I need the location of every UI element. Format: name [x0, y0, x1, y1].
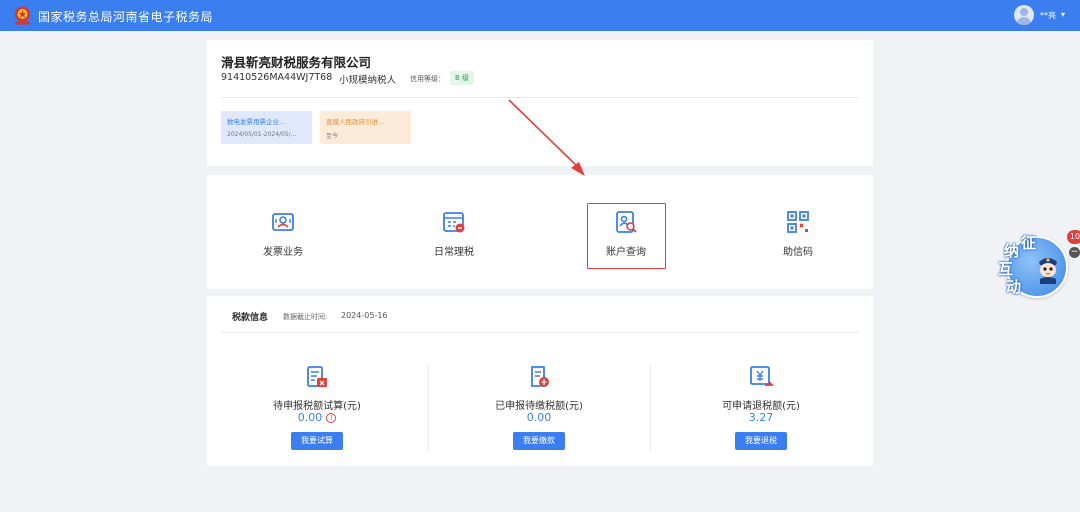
tax-calc-icon [307, 366, 327, 387]
column-separator [650, 364, 651, 452]
tax-amount: 0.00 [297, 411, 323, 424]
quick-menu-card: 发票业务 日常理税 账户查询 助信码 [207, 175, 873, 289]
notice-date: 至今 [326, 133, 339, 140]
tax-amount: 3.27 [748, 411, 774, 424]
top-header: 国家税务总局河南省电子税务局 **亮 ▾ [0, 0, 1080, 31]
tax-info-title: 税款信息 [232, 313, 269, 323]
menu-label: 助信码 [783, 247, 813, 258]
annotation-arrow-icon [508, 99, 585, 176]
credit-grade-badge: B 级 [450, 71, 475, 85]
company-name: 滑县靳亮财税服务有限公司 [221, 55, 372, 70]
tax-refund-icon [750, 366, 774, 386]
notice-title: 数电发票用票企业... [227, 118, 286, 126]
menu-item-invoice[interactable]: 发票业务 [223, 205, 343, 267]
credit-grade-label: 信用等级： [410, 75, 445, 83]
menu-item-daily-tax[interactable]: 日常理税 [394, 205, 514, 267]
menu-label: 日常理税 [434, 247, 474, 258]
notice-card-policy[interactable]: 查摸人民政府引进... 至今 [320, 111, 411, 144]
notification-badge: 10 [1067, 230, 1080, 244]
user-name[interactable]: **亮 [1040, 10, 1056, 21]
credit-code: 91410526MA44WJ7T68 [221, 72, 333, 83]
site-title: 国家税务总局河南省电子税务局 [38, 10, 214, 24]
mascot-char: 动 [1006, 278, 1022, 296]
refund-button[interactable]: 我要退税 [735, 432, 787, 450]
annotation-highlight-box [587, 203, 666, 269]
pay-button[interactable]: 我要缴款 [513, 432, 565, 450]
taxpayer-type: 小规模纳税人 [339, 75, 397, 86]
menu-label: 发票业务 [263, 247, 303, 258]
notice-date: 2024/05/01-2024/05/... [227, 131, 297, 138]
tax-emblem-icon [15, 6, 30, 25]
tax-info-card: 税款信息 数据截止时间: 2024-05-16 待申报税额试算(元) 0.00!… [207, 296, 873, 466]
tax-amount: 0.00 [526, 411, 552, 424]
daily-tax-icon [443, 212, 465, 233]
tax-label: 可申请退税额(元) [722, 401, 800, 412]
tax-label: 待申报税额试算(元) [273, 401, 361, 412]
user-avatar[interactable] [1014, 5, 1034, 25]
info-icon[interactable]: ! [326, 413, 337, 423]
tax-label: 已申报待缴税额(元) [495, 401, 583, 412]
tax-value: 0.00! [217, 411, 417, 424]
calculate-button[interactable]: 我要试算 [291, 432, 343, 450]
menu-item-credit-code[interactable]: 助信码 [738, 205, 858, 267]
chevron-down-icon[interactable]: ▾ [1061, 10, 1065, 19]
column-separator [428, 364, 429, 452]
tax-pay-icon [531, 366, 549, 387]
data-date-value: 2024-05-16 [341, 311, 388, 320]
notice-card-invoice[interactable]: 数电发票用票企业... 2024/05/01-2024/05/... [221, 111, 312, 144]
minimize-icon[interactable]: − [1069, 247, 1080, 258]
tax-column-pending-payment: 已申报待缴税额(元) 0.00 我要缴款 [439, 364, 639, 454]
data-date-label: 数据截止时间: [283, 313, 328, 321]
tax-column-refundable: 可申请退税额(元) 3.27 我要退税 [661, 364, 861, 454]
tax-column-pending-calc: 待申报税额试算(元) 0.00! 我要试算 [217, 364, 417, 454]
mascot-officer-icon [1039, 258, 1057, 284]
qr-code-icon [787, 211, 809, 233]
divider [221, 332, 859, 333]
invoice-icon [272, 213, 294, 231]
notice-title: 查摸人民政府引进... [326, 118, 385, 126]
interaction-mascot-widget[interactable]: 征 纳 互 动 10 − [996, 230, 1080, 304]
mascot-char: 征 [1021, 234, 1037, 252]
